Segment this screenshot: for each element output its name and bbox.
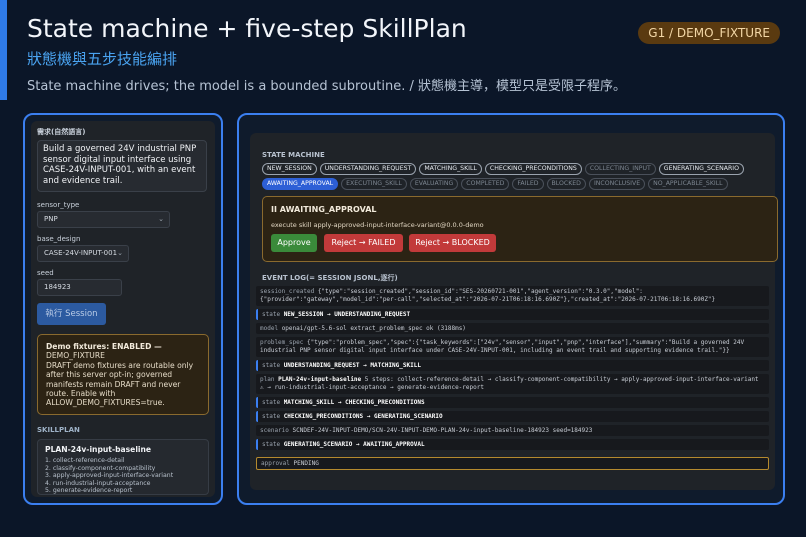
approval-title: II AWAITING_APPROVAL bbox=[271, 205, 377, 214]
request-label: 需求(自然語言) bbox=[37, 128, 86, 136]
event-row: state MATCHING_SKILL → CHECKING_PRECONDI… bbox=[256, 397, 769, 408]
event-text: GENERATING_SCENARIO → AWAITING_APPROVAL bbox=[283, 441, 425, 448]
event-kind: scenario bbox=[260, 427, 289, 434]
seed-input[interactable]: 184923 bbox=[37, 279, 122, 296]
event-kind: state bbox=[262, 362, 281, 369]
event-plan-name: PLAN-24v-input-baseline bbox=[278, 376, 362, 383]
event-row: model openai/gpt-5.6-sol extract_problem… bbox=[256, 323, 769, 334]
skillplan-step: 4. run-industrial-input-acceptance bbox=[45, 479, 151, 487]
page-description: State machine drives; the model is a bou… bbox=[27, 79, 626, 94]
state-pill: CHECKING_PRECONDITIONS bbox=[484, 163, 582, 175]
event-row: plan PLAN-24v-input-baseline 5 steps: co… bbox=[256, 374, 769, 394]
page-subtitle: 狀態機與五步技能編排 bbox=[27, 50, 178, 68]
state-pills: NEW_SESSION UNDERSTANDING_REQUEST MATCHING… bbox=[262, 163, 772, 190]
skillplan-step: 2. classify-component-compatibility bbox=[45, 464, 156, 472]
skillplan-card: PLAN-24v-input-baseline 1. collect-refer… bbox=[37, 439, 209, 495]
event-row: state NEW_SESSION → UNDERSTANDING_REQUES… bbox=[256, 309, 769, 320]
event-kind: state bbox=[262, 413, 281, 420]
event-row: state GENERATING_SCENARIO → AWAITING_APP… bbox=[256, 439, 769, 450]
run-session-button[interactable]: 執行 Session bbox=[37, 303, 106, 325]
request-panel: 需求(自然語言) Build a governed 24V industrial… bbox=[23, 113, 223, 505]
event-kind: problem_spec bbox=[260, 339, 304, 346]
event-row: approval PENDING bbox=[256, 457, 769, 470]
state-pill: GENERATING_SCENARIO bbox=[658, 163, 744, 175]
skillplan-label: SKILLPLAN bbox=[37, 426, 80, 434]
skillplan-step: 5. generate-evidence-report bbox=[45, 487, 133, 495]
state-pill: FAILED bbox=[512, 178, 544, 190]
state-machine-label: STATE MACHINE bbox=[262, 151, 325, 159]
event-kind: state bbox=[262, 311, 281, 318]
event-text: CHECKING_PRECONDITIONS → GENERATING_SCEN… bbox=[283, 413, 443, 420]
sensor-type-select[interactable]: PNP ⌄ bbox=[37, 211, 170, 228]
seed-label: seed bbox=[37, 269, 54, 277]
skillplan-title: PLAN-24v-input-baseline bbox=[45, 445, 152, 454]
event-row: scenario SCNDEF-24V-INPUT-DEMO/SCN-24V-I… bbox=[256, 425, 769, 436]
event-text: NEW_SESSION → UNDERSTANDING_REQUEST bbox=[283, 311, 411, 318]
state-pill: EXECUTING_SKILL bbox=[341, 178, 407, 190]
event-text: MATCHING_SKILL → CHECKING_PRECONDITIONS bbox=[283, 399, 425, 406]
state-pill: BLOCKED bbox=[546, 178, 586, 190]
state-pill: NO_APPLICABLE_SKILL bbox=[648, 178, 728, 190]
chevron-down-icon: ⌄ bbox=[117, 249, 123, 257]
approve-button[interactable]: Approve bbox=[271, 234, 317, 252]
demo-fixture-badge: G1 / DEMO_FIXTURE bbox=[638, 22, 780, 44]
state-pill: AWAITING_APPROVAL bbox=[262, 178, 339, 190]
reject-failed-button[interactable]: Reject → FAILED bbox=[324, 234, 403, 252]
state-pill: INCONCLUSIVE bbox=[588, 178, 646, 190]
state-pill: EVALUATING bbox=[409, 178, 459, 190]
demo-heading: Demo fixtures: ENABLED — bbox=[46, 342, 162, 351]
approval-text: execute skill apply-approved-input-inter… bbox=[271, 221, 484, 229]
state-pill: COLLECTING_INPUT bbox=[584, 163, 656, 175]
demo-fixtures-notice: Demo fixtures: ENABLED — DEMO_FIXTURE DR… bbox=[37, 334, 209, 415]
base-design-label: base_design bbox=[37, 235, 81, 243]
base-design-value: CASE-24V-INPUT-001 bbox=[44, 249, 118, 257]
event-text: SCNDEF-24V-INPUT-DEMO/SCN-24V-INPUT-DEMO… bbox=[292, 427, 593, 434]
sensor-type-value: PNP bbox=[44, 215, 58, 223]
base-design-select[interactable]: CASE-24V-INPUT-001 ⌄ bbox=[37, 245, 129, 262]
state-pill: UNDERSTANDING_REQUEST bbox=[319, 163, 417, 175]
state-pill: NEW_SESSION bbox=[262, 163, 317, 175]
state-pill: COMPLETED bbox=[461, 178, 510, 190]
reject-blocked-button[interactable]: Reject → BLOCKED bbox=[409, 234, 496, 252]
accent-bar bbox=[0, 0, 7, 100]
demo-body: DRAFT demo fixtures are routable only af… bbox=[46, 360, 194, 408]
event-row: problem_spec {"type":"problem_spec","spe… bbox=[256, 337, 769, 357]
event-text: {"type":"problem_spec","spec":{"task_key… bbox=[260, 339, 745, 354]
skillplan-step: 1. collect-reference-detail bbox=[45, 457, 125, 464]
skillplan-step: 3. apply-approved-input-interface-varian… bbox=[45, 472, 174, 480]
chevron-down-icon: ⌄ bbox=[158, 215, 164, 223]
event-kind: state bbox=[262, 399, 281, 406]
request-textarea[interactable]: Build a governed 24V industrial PNP sens… bbox=[37, 140, 207, 192]
demo-name: DEMO_FIXTURE bbox=[46, 351, 105, 361]
event-kind: state bbox=[262, 441, 281, 448]
event-kind: approval bbox=[261, 460, 290, 467]
event-kind: model bbox=[260, 325, 279, 332]
sensor-type-label: sensor_type bbox=[37, 201, 80, 209]
approval-card: II AWAITING_APPROVAL execute skill apply… bbox=[262, 196, 778, 262]
event-text: UNDERSTANDING_REQUEST → MATCHING_SKILL bbox=[283, 362, 421, 369]
event-text: {"type":"session_created","session_id":"… bbox=[260, 288, 716, 303]
event-text: PENDING bbox=[293, 460, 319, 467]
event-log-label: EVENT LOG(= SESSION JSONL,逐行) bbox=[262, 274, 398, 282]
state-pill: MATCHING_SKILL bbox=[419, 163, 482, 175]
event-kind: session_created bbox=[260, 288, 315, 295]
event-row: session_created {"type":"session_created… bbox=[256, 286, 769, 306]
request-card: 需求(自然語言) Build a governed 24V industrial… bbox=[31, 121, 215, 497]
event-text: openai/gpt-5.6-sol extract_problem_spec … bbox=[281, 325, 466, 332]
event-kind: plan bbox=[260, 376, 275, 383]
page-title: State machine + five-step SkillPlan bbox=[27, 14, 467, 43]
session-card: STATE MACHINE NEW_SESSION UNDERSTANDING_R… bbox=[250, 133, 778, 490]
session-panel: STATE MACHINE NEW_SESSION UNDERSTANDING_R… bbox=[237, 113, 785, 505]
event-row: state CHECKING_PRECONDITIONS → GENERATIN… bbox=[256, 411, 769, 422]
event-row: state UNDERSTANDING_REQUEST → MATCHING_S… bbox=[256, 360, 769, 371]
